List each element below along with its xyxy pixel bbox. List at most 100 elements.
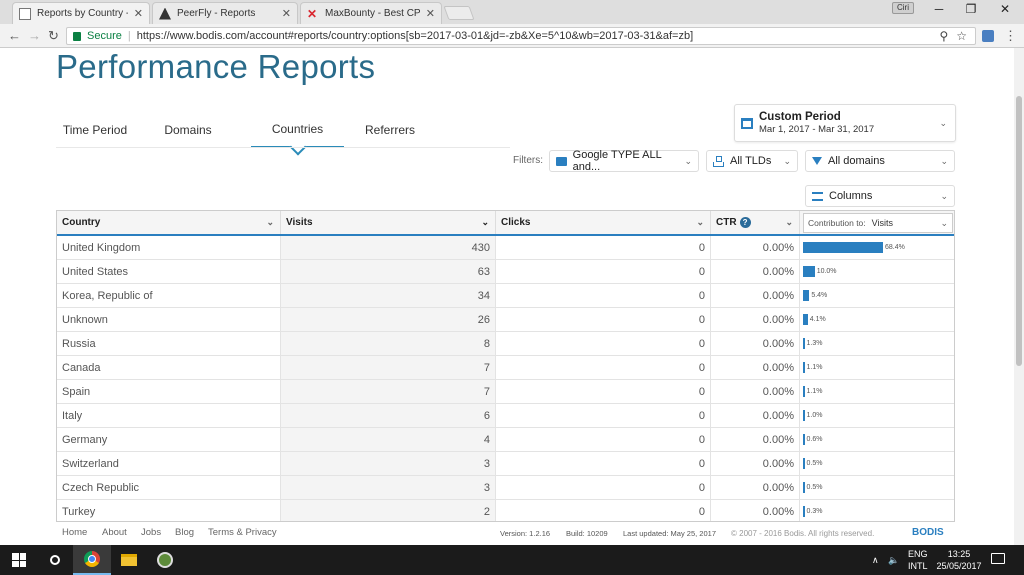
page-scrollbar[interactable] <box>1014 48 1024 545</box>
url-input[interactable]: Secure | https://www.bodis.com/account#r… <box>66 27 976 45</box>
domain-filter[interactable]: All domains ⌄ <box>805 150 955 172</box>
profile-button[interactable]: Ciri <box>892 2 914 14</box>
scrollbar-thumb[interactable] <box>1016 96 1022 366</box>
footer-link-jobs[interactable]: Jobs <box>141 527 161 538</box>
tab-label: Countries <box>271 122 324 136</box>
volume-icon[interactable]: 🔈 <box>888 545 899 575</box>
browser-tab-label: PeerFly - Reports <box>177 8 256 19</box>
tab-label: Referrers <box>364 123 415 137</box>
chevron-down-icon: ⌄ <box>684 155 692 166</box>
restore-icon[interactable]: ❐ <box>956 2 986 16</box>
period-selector[interactable]: Custom Period Mar 1, 2017 - Mar 31, 2017… <box>734 104 956 142</box>
new-tab-button[interactable] <box>443 6 475 20</box>
forward-icon[interactable]: → <box>28 28 41 43</box>
country-cell: Spain <box>57 380 281 403</box>
browser-tab-maxbounty[interactable]: ✕ MaxBounty - Best CPA ne ✕ <box>300 2 442 24</box>
notification-icon[interactable] <box>991 553 1005 564</box>
calendar-icon <box>741 117 753 129</box>
close-icon[interactable]: ✕ <box>134 7 143 20</box>
footer-link-terms[interactable]: Terms & Privacy <box>208 527 277 538</box>
footer-link-home[interactable]: Home <box>62 527 87 538</box>
tld-filter[interactable]: All TLDs ⌄ <box>706 150 798 172</box>
contribution-select[interactable]: Contribution to: Visits ⌄ <box>803 213 953 233</box>
columns-dropdown[interactable]: Columns ⌄ <box>805 185 955 207</box>
chevron-down-icon: ⌄ <box>939 118 947 128</box>
browser-tab-strip: Reports by Country - Bod ✕ PeerFly - Rep… <box>0 0 1024 24</box>
help-icon[interactable]: ? <box>739 217 751 228</box>
column-header-visits[interactable]: Visits ⌄ <box>281 211 496 234</box>
period-title: Custom Period <box>759 111 841 123</box>
table-row[interactable]: United Kingdom 430 0 0.00% 68.4% <box>57 236 954 260</box>
back-icon[interactable]: ← <box>8 28 21 43</box>
footer-link-blog[interactable]: Blog <box>175 527 194 538</box>
table-row[interactable]: Russia 8 0 0.00% 1.3% <box>57 332 954 356</box>
taskbar-app[interactable] <box>146 545 184 575</box>
star-icon[interactable]: ☆ <box>956 29 967 43</box>
start-button[interactable] <box>0 545 38 575</box>
tab-referrers[interactable]: Referrers <box>344 112 436 148</box>
campaign-filter[interactable]: Google TYPE ALL and... ⌄ <box>549 149 699 173</box>
contribution-bar <box>803 386 805 397</box>
tray-chevron-icon[interactable]: ∧ <box>872 545 879 575</box>
contribution-percent: 68.4% <box>885 244 905 251</box>
contribution-cell: 68.4% <box>800 236 954 259</box>
contribution-percent: 10.0% <box>816 268 837 275</box>
peerfly-icon <box>159 7 171 20</box>
table-row[interactable]: Unknown 26 0 0.00% 4.1% <box>57 308 954 332</box>
contribution-bar <box>803 434 805 445</box>
campaign-filter-value: Google TYPE ALL and... <box>572 149 662 173</box>
column-header-ctr[interactable]: CTR ? ⌄ <box>711 211 800 234</box>
tab-countries[interactable]: Countries <box>251 112 344 148</box>
close-icon[interactable]: ✕ <box>282 7 291 20</box>
page-title: Performance Reports <box>56 48 376 85</box>
table-row[interactable]: Czech Republic 3 0 0.00% 0.5% <box>57 476 954 500</box>
visits-cell: 7 <box>281 380 496 403</box>
version-text: Version: 1.2.16 <box>500 529 551 538</box>
table-row[interactable]: Turkey 2 0 0.00% 0.3% <box>57 500 954 521</box>
tab-domains[interactable]: Domains <box>134 112 242 148</box>
tab-time-period[interactable]: Time Period <box>56 112 134 148</box>
clock[interactable]: 13:25 25/05/2017 <box>934 548 984 572</box>
reload-icon[interactable]: ↻ <box>48 28 59 44</box>
chevron-down-icon: ⌄ <box>785 217 793 227</box>
language-indicator[interactable]: ENG INTL <box>908 545 928 575</box>
table-row[interactable]: Germany 4 0 0.00% 0.6% <box>57 428 954 452</box>
table-row[interactable]: Switzerland 3 0 0.00% 0.5% <box>57 452 954 476</box>
contribution-percent: 0.5% <box>806 460 823 467</box>
table-row[interactable]: Spain 7 0 0.00% 1.1% <box>57 380 954 404</box>
copyright-text: © 2007 - 2016 Bodis. All rights reserved… <box>731 529 875 538</box>
chevron-down-icon: ⌄ <box>266 217 274 227</box>
table-row[interactable]: Canada 7 0 0.00% 1.1% <box>57 356 954 380</box>
search-button[interactable] <box>36 545 74 575</box>
key-icon[interactable]: ⚲ <box>939 29 948 43</box>
table-row[interactable]: Korea, Republic of 34 0 0.00% 5.4% <box>57 284 954 308</box>
extension-icon[interactable] <box>982 30 994 42</box>
minimize-icon[interactable]: ─ <box>924 2 954 16</box>
menu-icon[interactable]: ⋮ <box>1004 28 1017 44</box>
contribution-cell: 0.5% <box>800 476 954 499</box>
contribution-bar <box>803 482 805 493</box>
footer-link-about[interactable]: About <box>102 527 127 538</box>
column-header-label: Visits <box>286 217 313 228</box>
table-row[interactable]: Italy 6 0 0.00% 1.0% <box>57 404 954 428</box>
window-close-icon[interactable]: ✕ <box>990 2 1020 16</box>
visits-cell: 430 <box>281 236 496 259</box>
browser-tab-reports[interactable]: Reports by Country - Bod ✕ <box>12 2 150 24</box>
contribution-cell: 1.0% <box>800 404 954 427</box>
clock-time: 13:25 <box>947 549 971 559</box>
country-cell: Germany <box>57 428 281 451</box>
country-cell: Czech Republic <box>57 476 281 499</box>
country-cell: United Kingdom <box>57 236 281 259</box>
folder-icon <box>556 156 567 166</box>
lock-icon <box>73 31 81 41</box>
close-icon[interactable]: ✕ <box>426 7 435 20</box>
column-header-clicks[interactable]: Clicks ⌄ <box>496 211 711 234</box>
table-row[interactable]: United States 63 0 0.00% 10.0% <box>57 260 954 284</box>
contribution-label: Contribution to: <box>808 218 866 228</box>
taskbar-chrome[interactable] <box>73 545 111 575</box>
taskbar-explorer[interactable] <box>110 545 148 575</box>
contribution-percent: 1.0% <box>806 412 823 419</box>
visits-cell: 34 <box>281 284 496 307</box>
column-header-country[interactable]: Country ⌄ <box>57 211 281 234</box>
browser-tab-peerfly[interactable]: PeerFly - Reports ✕ <box>152 2 298 24</box>
